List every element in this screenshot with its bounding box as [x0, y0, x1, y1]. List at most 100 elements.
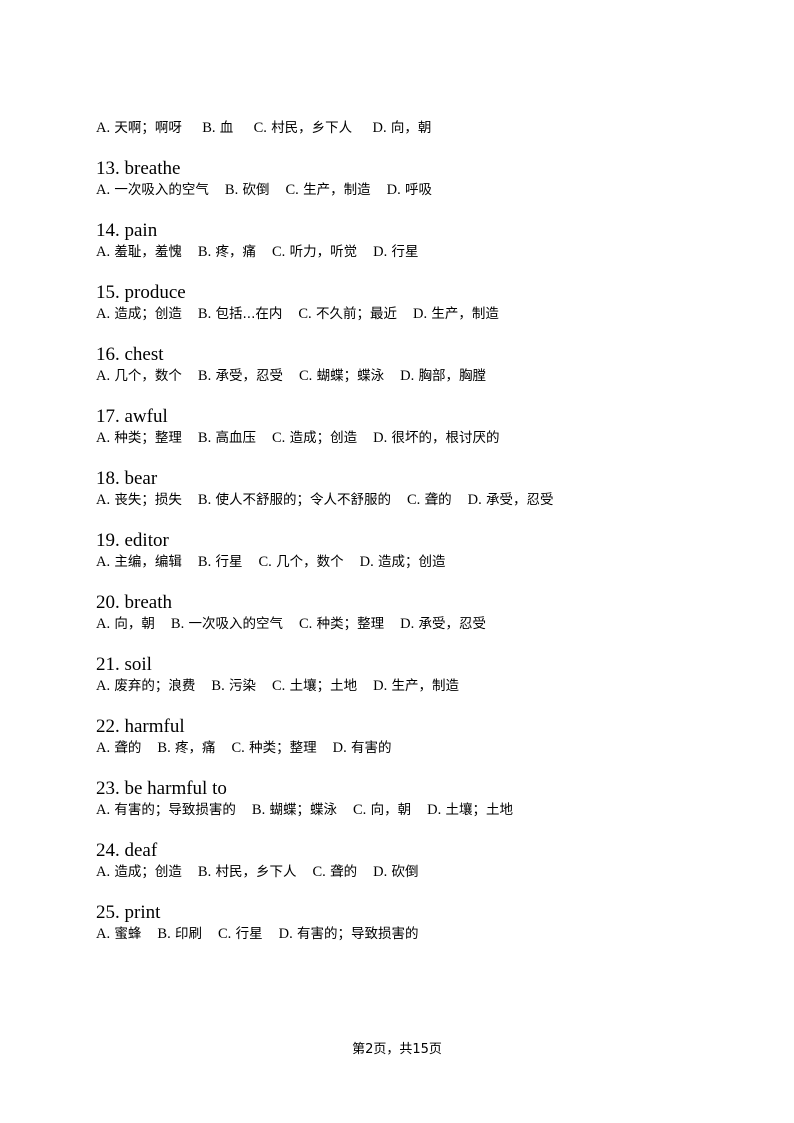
question-title: 13. breathe	[96, 158, 716, 180]
question-options: A. 一次吸入的空气 B. 砍倒 C. 生产，制造 D. 呼吸	[96, 180, 716, 200]
question-options: A. 废弃的；浪费 B. 污染 C. 土壤；土地 D. 生产，制造	[96, 676, 716, 696]
option-d: D. 承受，忍受	[400, 616, 486, 632]
option-b: B. 村民，乡下人	[197, 864, 297, 880]
option-b: B. 砍倒	[224, 182, 270, 198]
question-word: chest	[124, 344, 164, 365]
question-12-options: A. 天啊；啊呀 B. 血 C. 村民，乡下人 D. 向，朝	[96, 118, 716, 138]
question-title: 17. awful	[96, 406, 716, 428]
question-options: A. 丧失；损失 B. 使人不舒服的；令人不舒服的 C. 聋的 D. 承受，忍受	[96, 490, 716, 510]
option-b: B. 一次吸入的空气	[170, 616, 283, 632]
question-title: 18. bear	[96, 468, 716, 490]
option-b: B. 高血压	[197, 430, 256, 446]
question-item: 16. chest A. 几个，数个 B. 承受，忍受 C. 蝴蝶；蝶泳 D. 胸部，胸…	[96, 344, 716, 386]
option-a: A. 羞耻，羞愧	[96, 244, 182, 260]
option-a: A. 种类；整理	[96, 430, 182, 446]
option-b: B. 疼，痛	[197, 244, 256, 260]
question-item: 23. be harmful to A. 有害的；导致损害的 B. 蝴蝶；蝶泳 C. …	[96, 778, 716, 820]
option-c: C. 聋的	[407, 492, 452, 508]
question-number: 20.	[96, 592, 120, 613]
question-title: 16. chest	[96, 344, 716, 366]
option-d: D. 砍倒	[373, 864, 419, 880]
question-word: pain	[124, 220, 158, 241]
option-b: B. 使人不舒服的；令人不舒服的	[197, 492, 391, 508]
question-item: 13. breathe A. 一次吸入的空气 B. 砍倒 C. 生产，制造 D. 呼吸	[96, 158, 716, 200]
option-a: A. 一次吸入的空气	[96, 182, 209, 198]
option-a: A. 向，朝	[96, 616, 155, 632]
question-title: 15. produce	[96, 282, 716, 304]
question-number: 22.	[96, 716, 120, 737]
option-c: C. 行星	[218, 926, 263, 942]
question-title: 20. breath	[96, 592, 716, 614]
question-item: 19. editor A. 主编，编辑 B. 行星 C. 几个，数个 D. 造成；创造	[96, 530, 716, 572]
option-b: B. 印刷	[157, 926, 202, 942]
question-options: A. 几个，数个 B. 承受，忍受 C. 蝴蝶；蝶泳 D. 胸部，胸膛	[96, 366, 716, 386]
option-d: D. 向，朝	[372, 120, 432, 136]
question-word: produce	[124, 282, 186, 303]
option-b: B. 疼，痛	[157, 740, 216, 756]
question-options: A. 造成；创造 B. 包括...在内 C. 不久前；最近 D. 生产，制造	[96, 304, 716, 324]
question-word: awful	[124, 406, 168, 427]
option-b: B. 行星	[197, 554, 243, 570]
option-d: D. 生产，制造	[373, 678, 459, 694]
option-c: C. 听力，听觉	[272, 244, 358, 260]
option-d: D. 呼吸	[386, 182, 432, 198]
question-word: bear	[124, 468, 158, 489]
option-c: C. 生产，制造	[285, 182, 371, 198]
question-word: print	[124, 902, 161, 923]
option-c: C. 几个，数个	[258, 554, 344, 570]
question-number: 16.	[96, 344, 120, 365]
option-b: B. 血	[202, 120, 234, 136]
option-c: C. 不久前；最近	[298, 306, 397, 322]
option-d: D. 生产，制造	[412, 306, 499, 322]
option-d: D. 有害的	[332, 740, 392, 756]
question-word: deaf	[124, 840, 158, 861]
option-b: B. 包括...在内	[197, 306, 283, 322]
option-c: C. 蝴蝶；蝶泳	[299, 368, 385, 384]
question-number: 23.	[96, 778, 120, 799]
question-number: 13.	[96, 158, 120, 179]
question-title: 23. be harmful to	[96, 778, 716, 800]
question-item: 25. print A. 蜜蜂 B. 印刷 C. 行星 D. 有害的；导致损害的	[96, 902, 716, 944]
question-number: 21.	[96, 654, 120, 675]
option-d: D. 胸部，胸膛	[400, 368, 486, 384]
question-word: soil	[124, 654, 152, 675]
question-item: 21. soil A. 废弃的；浪费 B. 污染 C. 土壤；土地 D. 生产，制造	[96, 654, 716, 696]
question-item: 15. produce A. 造成；创造 B. 包括...在内 C. 不久前；最近 D.…	[96, 282, 716, 324]
question-title: 21. soil	[96, 654, 716, 676]
option-c: C. 造成；创造	[272, 430, 358, 446]
question-title: 19. editor	[96, 530, 716, 552]
option-d: D. 造成；创造	[359, 554, 446, 570]
question-title: 24. deaf	[96, 840, 716, 862]
option-b: B. 蝴蝶；蝶泳	[251, 802, 337, 818]
option-c: C. 向，朝	[353, 802, 412, 818]
option-d: D. 行星	[373, 244, 419, 260]
question-word: breath	[124, 592, 172, 613]
option-b: B. 承受，忍受	[197, 368, 283, 384]
option-c: C. 聋的	[312, 864, 358, 880]
option-a: A. 造成；创造	[96, 306, 182, 322]
page-number: 第2页，共15页	[352, 1042, 442, 1057]
question-options: A. 主编，编辑 B. 行星 C. 几个，数个 D. 造成；创造	[96, 552, 716, 572]
question-title: 22. harmful	[96, 716, 716, 738]
document-page: A. 天啊；啊呀 B. 血 C. 村民，乡下人 D. 向，朝 13. breat…	[0, 0, 794, 1123]
question-options: A. 向，朝 B. 一次吸入的空气 C. 种类；整理 D. 承受，忍受	[96, 614, 716, 634]
question-word: editor	[124, 530, 169, 551]
question-number: 14.	[96, 220, 120, 241]
option-a: A. 聋的	[96, 740, 142, 756]
option-d: D. 土壤；土地	[427, 802, 513, 818]
question-item: 14. pain A. 羞耻，羞愧 B. 疼，痛 C. 听力，听觉 D. 行星	[96, 220, 716, 262]
question-options: A. 造成；创造 B. 村民，乡下人 C. 聋的 D. 砍倒	[96, 862, 716, 882]
option-d: D. 很坏的，根讨厌的	[373, 430, 500, 446]
option-c: C. 土壤；土地	[272, 678, 358, 694]
question-item: 24. deaf A. 造成；创造 B. 村民，乡下人 C. 聋的 D. 砍倒	[96, 840, 716, 882]
option-b: B. 污染	[211, 678, 256, 694]
question-item: 18. bear A. 丧失；损失 B. 使人不舒服的；令人不舒服的 C. 聋的 D. …	[96, 468, 716, 510]
option-d: D. 承受，忍受	[467, 492, 554, 508]
question-word: be harmful to	[124, 778, 227, 799]
option-a: A. 丧失；损失	[96, 492, 182, 508]
option-c: C. 种类；整理	[299, 616, 385, 632]
question-title: 25. print	[96, 902, 716, 924]
question-title: 14. pain	[96, 220, 716, 242]
question-options: A. 聋的 B. 疼，痛 C. 种类；整理 D. 有害的	[96, 738, 716, 758]
option-a: A. 蜜蜂	[96, 926, 142, 942]
